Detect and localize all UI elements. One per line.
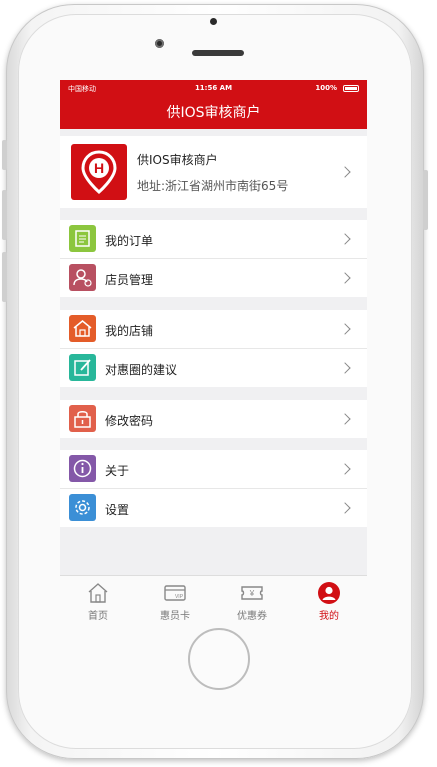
- menu-group-orders: 我的订单 店员管理: [60, 220, 367, 297]
- chevron-right-icon: [339, 323, 351, 335]
- menu-group-store: 我的店铺 对惠圈的建议: [60, 310, 367, 387]
- home-icon: [88, 583, 108, 603]
- volume-up-button: [2, 190, 7, 240]
- menu-item-change-password[interactable]: 修改密码: [60, 400, 367, 438]
- page-title: 供IOS审核商户: [166, 105, 261, 121]
- lock-icon: [69, 405, 96, 432]
- front-camera: [155, 39, 164, 48]
- chevron-right-icon: [339, 463, 351, 475]
- tab-label: 我的: [319, 611, 339, 622]
- menu-item-label: 店员管理: [105, 273, 154, 287]
- chevron-right-icon: [339, 233, 351, 245]
- order-icon: [69, 225, 96, 252]
- info-icon: [69, 455, 96, 482]
- tab-vip-card[interactable]: VIP 惠员卡: [137, 576, 213, 625]
- store-icon: [69, 315, 96, 342]
- chevron-right-icon: [339, 166, 351, 178]
- tab-label: 惠员卡: [160, 611, 190, 622]
- menu-group-about: 关于 设置: [60, 450, 367, 527]
- staff-icon: [69, 264, 96, 291]
- menu-item-suggestions[interactable]: 对惠圈的建议: [60, 348, 367, 387]
- menu-item-label: 我的订单: [105, 234, 154, 248]
- volume-down-button: [2, 252, 7, 302]
- tab-coupons[interactable]: ¥ 优惠券: [214, 576, 290, 625]
- home-button[interactable]: [188, 628, 250, 690]
- chevron-right-icon: [339, 272, 351, 284]
- chevron-right-icon: [339, 362, 351, 374]
- menu-group-security: 修改密码: [60, 400, 367, 438]
- menu-item-about[interactable]: 关于: [60, 450, 367, 488]
- chevron-right-icon: [339, 502, 351, 514]
- shop-address: 地址:浙江省湖州市南街65号: [137, 179, 289, 193]
- mute-switch: [2, 140, 7, 170]
- menu-item-settings[interactable]: 设置: [60, 488, 367, 527]
- menu-item-label: 对惠圈的建议: [105, 363, 178, 377]
- nav-bar: 供IOS审核商户: [60, 97, 367, 129]
- shop-name: 供IOS审核商户: [137, 153, 218, 167]
- vip-card-icon: VIP: [164, 585, 186, 601]
- svg-text:¥: ¥: [249, 589, 255, 598]
- menu-item-my-orders[interactable]: 我的订单: [60, 220, 367, 258]
- menu-item-label: 我的店铺: [105, 324, 154, 338]
- sensor-dot: [210, 18, 217, 25]
- settings-icon: [69, 494, 96, 521]
- battery-percent: 100%: [315, 84, 337, 92]
- menu-item-staff-management[interactable]: 店员管理: [60, 258, 367, 297]
- svg-text:VIP: VIP: [175, 594, 184, 600]
- tab-profile[interactable]: 我的: [291, 576, 367, 625]
- app-screen: 中国移动 11:56 AM 100% 供IOS审核商户 H 供IOS审核商户 地…: [60, 80, 367, 625]
- menu-item-label: 设置: [105, 503, 130, 517]
- menu-item-label: 关于: [105, 464, 130, 478]
- status-bar: 中国移动 11:56 AM 100%: [60, 80, 367, 97]
- earpiece-speaker: [192, 50, 244, 56]
- power-button: [423, 170, 428, 230]
- svg-text:H: H: [94, 160, 104, 176]
- profile-icon: [318, 582, 340, 604]
- battery-icon: [343, 85, 359, 92]
- tab-label: 优惠券: [237, 611, 267, 622]
- location-h-icon: H: [81, 150, 117, 194]
- menu-item-my-store[interactable]: 我的店铺: [60, 310, 367, 348]
- edit-icon: [69, 354, 96, 381]
- tab-label: 首页: [88, 611, 108, 622]
- shop-info-card[interactable]: H 供IOS审核商户 地址:浙江省湖州市南街65号: [60, 136, 367, 208]
- coupon-icon: ¥: [241, 586, 263, 600]
- chevron-right-icon: [339, 413, 351, 425]
- tab-home[interactable]: 首页: [60, 576, 136, 625]
- shop-logo: H: [71, 144, 127, 200]
- menu-item-label: 修改密码: [105, 414, 154, 428]
- tab-bar: 首页 VIP 惠员卡 ¥ 优惠券 我的: [60, 575, 367, 625]
